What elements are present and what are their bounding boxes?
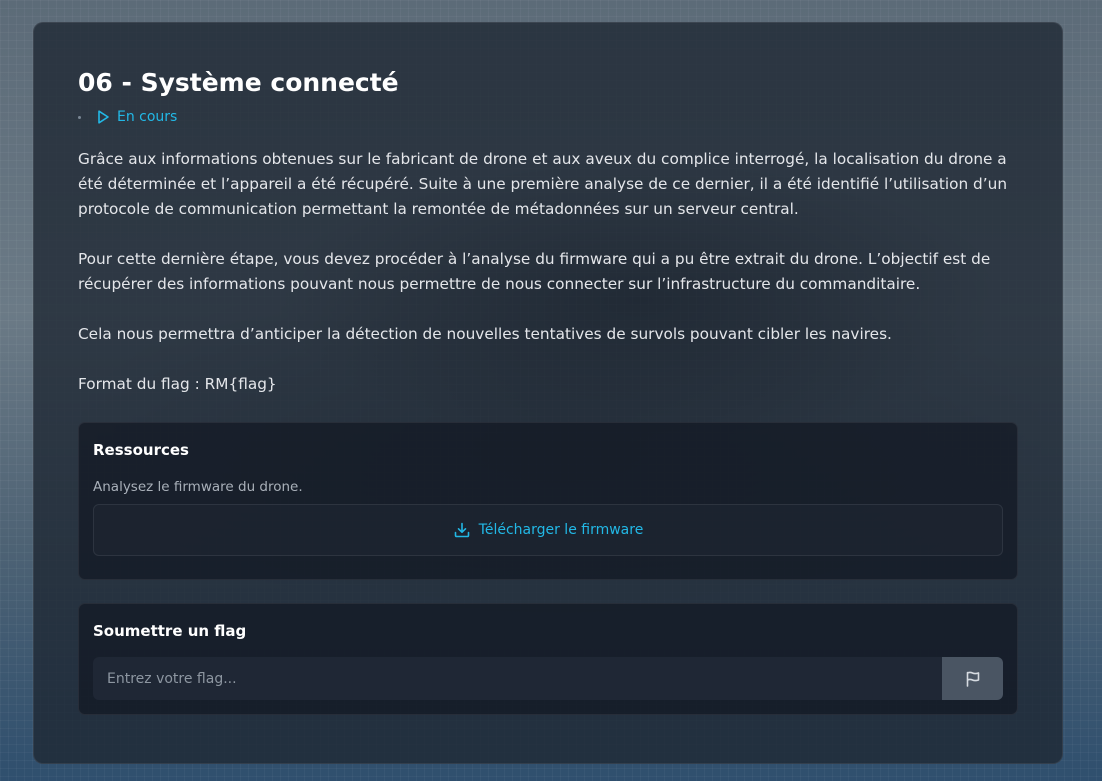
- description-paragraph: Cela nous permettra d’anticiper la détec…: [78, 325, 892, 343]
- flag-input-row: [93, 657, 1003, 700]
- description-paragraph: Pour cette dernière étape, vous devez pr…: [78, 250, 991, 293]
- status-row: En cours: [78, 105, 1018, 129]
- download-firmware-button[interactable]: Télécharger le firmware: [93, 504, 1003, 556]
- download-button-label: Télécharger le firmware: [478, 522, 644, 538]
- download-icon: [453, 521, 471, 539]
- bullet-dot: [78, 115, 81, 119]
- submit-flag-button[interactable]: [942, 657, 1003, 700]
- flag-format: Format du flag : RM{flag}: [78, 375, 277, 393]
- challenge-description: Grâce aux informations obtenues sur le f…: [78, 147, 1018, 397]
- flag-icon: [964, 670, 982, 688]
- play-icon: [95, 109, 111, 125]
- submit-flag-panel: Soumettre un flag: [78, 603, 1018, 715]
- resources-panel: Ressources Analysez le firmware du drone…: [78, 422, 1018, 580]
- resources-title: Ressources: [93, 441, 189, 459]
- status-badge: En cours: [117, 109, 178, 125]
- resources-subtitle: Analysez le firmware du drone.: [93, 479, 303, 495]
- challenge-title: 06 - Système connecté: [78, 68, 399, 97]
- challenge-card: 06 - Système connecté En cours Grâce aux…: [33, 22, 1063, 764]
- flag-input[interactable]: [93, 657, 942, 700]
- submit-flag-title: Soumettre un flag: [93, 622, 247, 640]
- description-paragraph: Grâce aux informations obtenues sur le f…: [78, 150, 1008, 218]
